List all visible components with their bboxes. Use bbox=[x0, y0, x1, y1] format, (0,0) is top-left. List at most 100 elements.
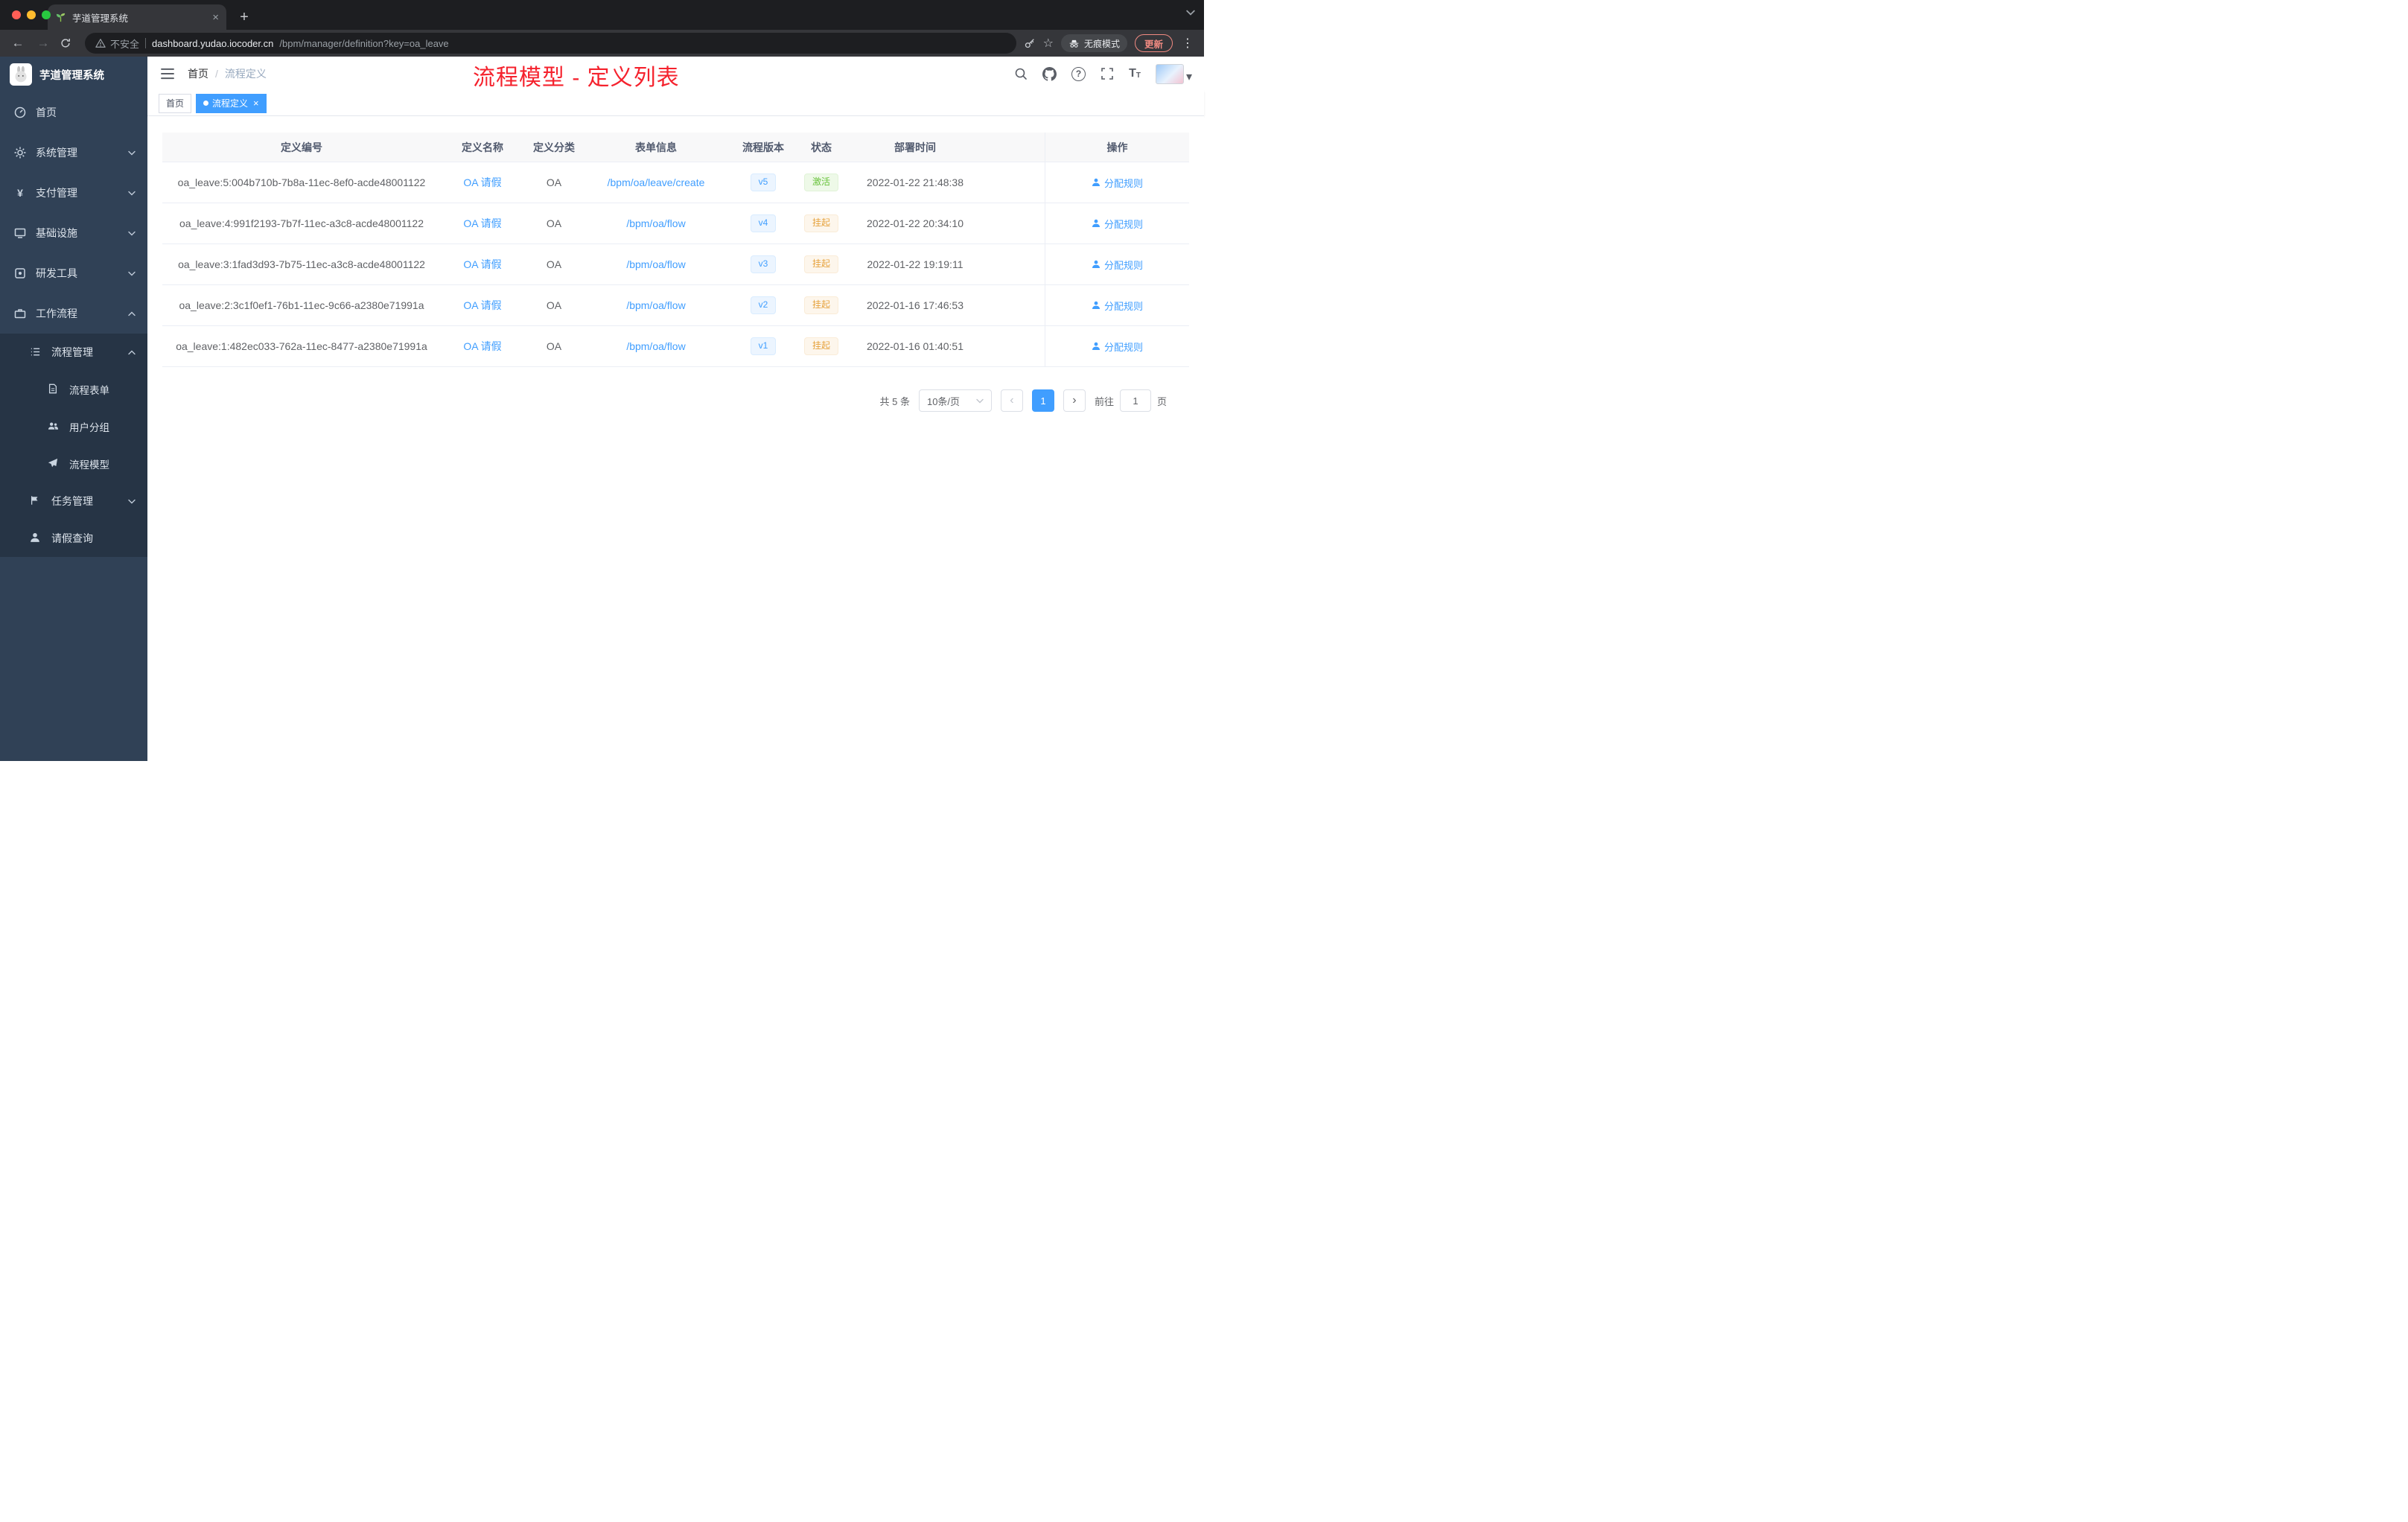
col-header: 操作 bbox=[1045, 133, 1189, 162]
url-bar[interactable]: 不安全 dashboard.yudao.iocoder.cn/bpm/manag… bbox=[85, 33, 1016, 54]
sidebar-item-infrastructure[interactable]: 基础设施 bbox=[0, 213, 147, 253]
col-header: 定义分类 bbox=[533, 141, 575, 153]
browser-menu-icon[interactable]: ⋮ bbox=[1180, 36, 1195, 51]
form-link[interactable]: /bpm/oa/flow bbox=[626, 340, 685, 352]
search-icon[interactable] bbox=[1014, 67, 1028, 80]
app-title: 芋道管理系统 bbox=[39, 69, 104, 82]
back-button[interactable]: ← bbox=[9, 36, 27, 51]
sidebar-item-label: 任务管理 bbox=[51, 495, 93, 507]
chevron-down-icon bbox=[128, 271, 136, 276]
github-icon[interactable] bbox=[1042, 66, 1057, 81]
form-link[interactable]: /bpm/oa/flow bbox=[626, 258, 685, 270]
bookmark-star-icon[interactable]: ☆ bbox=[1043, 36, 1054, 51]
form-link[interactable]: /bpm/oa/flow bbox=[626, 299, 685, 311]
version-badge: v4 bbox=[750, 214, 777, 232]
definition-name-link[interactable]: OA 请假 bbox=[463, 258, 501, 270]
next-page-button[interactable]: › bbox=[1063, 389, 1086, 412]
assign-rule-link[interactable]: 分配规则 bbox=[1092, 217, 1143, 231]
status-badge: 激活 bbox=[803, 173, 838, 191]
sidebar-item-process-management[interactable]: 流程管理 bbox=[0, 334, 147, 371]
col-header: 部署时间 bbox=[894, 141, 936, 153]
form-link[interactable]: /bpm/oa/flow bbox=[626, 217, 685, 229]
tab-close-icon[interactable]: × bbox=[212, 12, 219, 23]
flag-icon bbox=[30, 495, 42, 507]
chrome-update-button[interactable]: 更新 bbox=[1134, 34, 1173, 52]
incognito-badge: 无痕模式 bbox=[1060, 34, 1127, 52]
page-size-value: 10条/页 bbox=[926, 395, 961, 407]
assign-rule-link[interactable]: 分配规则 bbox=[1092, 299, 1143, 313]
breadcrumb-current: 流程定义 bbox=[224, 68, 267, 80]
incognito-icon bbox=[1068, 38, 1080, 49]
tag-home[interactable]: 首页 bbox=[159, 93, 192, 113]
briefcase-icon bbox=[14, 308, 26, 319]
help-icon[interactable]: ? bbox=[1071, 66, 1086, 81]
tab-search-icon[interactable] bbox=[1186, 10, 1195, 16]
sidebar-item-label: 工作流程 bbox=[36, 308, 77, 319]
security-indicator[interactable]: 不安全 bbox=[95, 36, 139, 51]
goto-page: 前往 页 bbox=[1095, 389, 1167, 412]
forward-button[interactable]: → bbox=[34, 36, 52, 51]
sidebar-item-system[interactable]: 系统管理 bbox=[0, 133, 147, 173]
password-key-icon[interactable] bbox=[1024, 37, 1036, 49]
sidebar-item-label: 流程模型 bbox=[69, 459, 109, 471]
avatar[interactable] bbox=[1155, 63, 1184, 84]
page-size-select[interactable]: 10条/页 bbox=[918, 389, 992, 412]
sidebar-item-home[interactable]: 首页 bbox=[0, 92, 147, 133]
deploy-time: 2022-01-22 20:34:10 bbox=[867, 217, 963, 229]
definition-name-link[interactable]: OA 请假 bbox=[463, 299, 501, 311]
sidebar-item-task-management[interactable]: 任务管理 bbox=[0, 483, 147, 520]
version-badge: v2 bbox=[750, 296, 777, 314]
goto-page-input[interactable] bbox=[1119, 389, 1151, 412]
definition-category: OA bbox=[546, 340, 562, 352]
status-badge: 挂起 bbox=[803, 337, 838, 355]
sidebar-item-payment[interactable]: ¥ 支付管理 bbox=[0, 173, 147, 213]
definition-category: OA bbox=[546, 299, 562, 311]
definition-id: oa_leave:2:3c1f0ef1-76b1-11ec-9c66-a2380… bbox=[179, 299, 424, 311]
col-header: 定义名称 bbox=[462, 141, 503, 153]
sidebar-item-devtools[interactable]: 研发工具 bbox=[0, 253, 147, 293]
form-link[interactable]: /bpm/oa/leave/create bbox=[608, 176, 705, 188]
definition-name-link[interactable]: OA 请假 bbox=[463, 217, 501, 229]
table-row: oa_leave:4:991f2193-7b7f-11ec-a3c8-acde4… bbox=[162, 203, 1189, 244]
col-header: 状态 bbox=[811, 141, 832, 153]
status-badge: 挂起 bbox=[803, 296, 838, 314]
tag-close-icon[interactable]: × bbox=[253, 98, 259, 108]
prev-page-button[interactable]: ‹ bbox=[1000, 389, 1023, 412]
person-icon bbox=[1092, 342, 1100, 350]
assign-rule-link[interactable]: 分配规则 bbox=[1092, 258, 1143, 272]
hamburger-icon[interactable] bbox=[159, 65, 176, 83]
current-page-button[interactable]: 1 bbox=[1031, 389, 1054, 412]
sidebar-item-label: 流程管理 bbox=[51, 346, 93, 358]
reload-button[interactable] bbox=[60, 37, 77, 49]
window-close-button[interactable] bbox=[12, 10, 21, 19]
user-menu[interactable]: ▾ bbox=[1155, 63, 1192, 84]
chevron-up-icon bbox=[128, 311, 136, 316]
logo-avatar bbox=[10, 63, 32, 86]
window-minimize-button[interactable] bbox=[27, 10, 36, 19]
sidebar-item-user-group[interactable]: 用户分组 bbox=[0, 408, 147, 445]
sidebar-item-process-form[interactable]: 流程表单 bbox=[0, 371, 147, 408]
dashboard-icon bbox=[14, 106, 26, 118]
breadcrumb-home[interactable]: 首页 bbox=[188, 66, 208, 81]
sidebar-item-leave-query[interactable]: 请假查询 bbox=[0, 520, 147, 557]
definition-name-link[interactable]: OA 请假 bbox=[463, 340, 501, 352]
person-icon bbox=[1092, 219, 1100, 227]
users-icon bbox=[48, 421, 60, 433]
incognito-label: 无痕模式 bbox=[1083, 38, 1120, 49]
sidebar-item-workflow[interactable]: 工作流程 bbox=[0, 293, 147, 334]
fullscreen-icon[interactable] bbox=[1101, 67, 1114, 80]
sidebar-item-process-model[interactable]: 流程模型 bbox=[0, 445, 147, 483]
table-row: oa_leave:3:1fad3d93-7b75-11ec-a3c8-acde4… bbox=[162, 244, 1189, 285]
tag-process-definition[interactable]: 流程定义 × bbox=[196, 93, 267, 113]
definition-name-link[interactable]: OA 请假 bbox=[463, 176, 501, 188]
assign-rule-link[interactable]: 分配规则 bbox=[1092, 176, 1143, 190]
tag-label: 首页 bbox=[166, 98, 185, 109]
toolbox-icon bbox=[14, 267, 26, 279]
person-icon bbox=[1092, 178, 1100, 186]
new-tab-button[interactable]: + bbox=[234, 7, 255, 28]
status-badge: 挂起 bbox=[803, 214, 838, 232]
window-zoom-button[interactable] bbox=[42, 10, 51, 19]
font-size-icon[interactable]: TT bbox=[1129, 68, 1141, 80]
assign-rule-link[interactable]: 分配规则 bbox=[1092, 340, 1143, 354]
browser-tab[interactable]: 芋道管理系统 × bbox=[48, 4, 226, 30]
